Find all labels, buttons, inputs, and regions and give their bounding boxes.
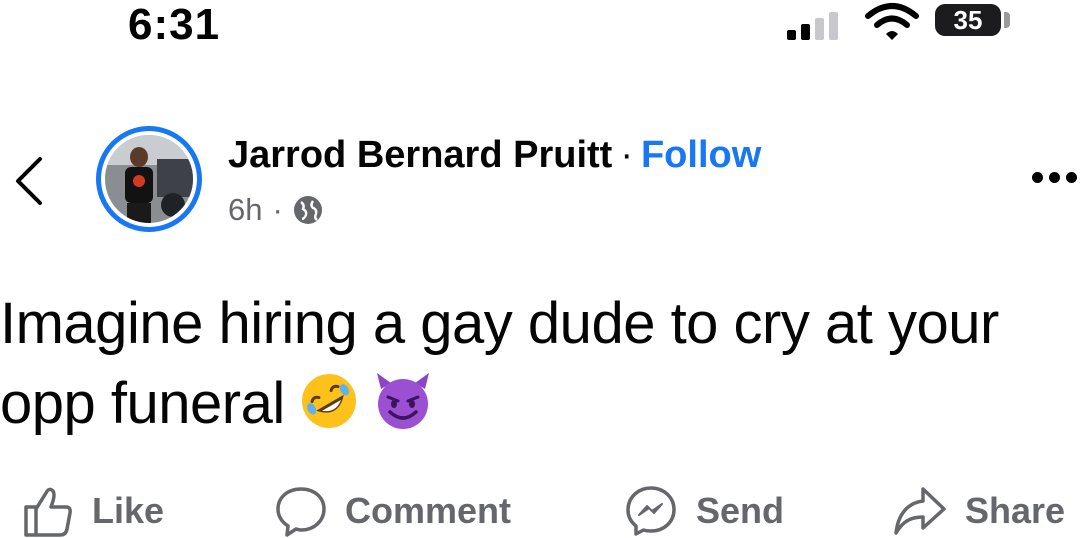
post-screen: 6:31 35 Jarrod Bernard Pruitt · Follow 6… — [0, 0, 1080, 538]
post-meta: 6h · — [228, 192, 323, 228]
avatar — [105, 135, 193, 223]
wifi-icon — [865, 3, 919, 40]
comment-button[interactable]: Comment — [275, 484, 511, 538]
more-dot-icon — [1066, 172, 1077, 183]
share-button[interactable]: Share — [893, 484, 1065, 538]
smiling-devil-emoji — [376, 373, 429, 429]
share-arrow-icon — [894, 487, 946, 535]
post-text-line: opp funeral — [0, 371, 285, 436]
send-button[interactable]: Send — [624, 484, 784, 538]
battery-icon: 35 — [935, 4, 1001, 36]
like-label: Like — [92, 490, 165, 531]
more-options-button[interactable] — [1032, 172, 1078, 188]
like-button[interactable]: Like — [22, 484, 164, 538]
comment-label: Comment — [345, 490, 512, 531]
globe-icon — [293, 196, 322, 224]
thumbs-up-icon — [24, 487, 72, 537]
messenger-icon — [626, 486, 676, 536]
post-text: Imagine hiring a gay dude to cry at your… — [0, 284, 1080, 444]
more-dot-icon — [1032, 172, 1043, 183]
status-time: 6:31 — [128, 0, 221, 49]
author-line: Jarrod Bernard Pruitt · Follow — [228, 134, 761, 177]
comment-bubble-icon — [276, 487, 326, 537]
share-label: Share — [965, 490, 1066, 531]
rolling-on-floor-laughing-emoji — [301, 374, 356, 428]
send-label: Send — [696, 490, 785, 531]
author-separator: · — [620, 134, 633, 176]
post-timestamp[interactable]: 6h — [228, 192, 262, 228]
battery-level: 35 — [953, 4, 983, 35]
back-button[interactable] — [12, 155, 46, 207]
battery-tip — [1004, 12, 1010, 28]
author-name[interactable]: Jarrod Bernard Pruitt — [228, 134, 612, 176]
more-dot-icon — [1049, 172, 1060, 183]
post-text-line: Imagine hiring a gay dude to cry at your — [0, 291, 999, 356]
chevron-left-icon — [16, 157, 42, 205]
post-action-bar: Like Comment Send Share — [0, 484, 1080, 538]
post-text-line-2: opp funeral — [0, 364, 1080, 444]
cellular-signal-icon — [787, 12, 838, 40]
avatar-story-ring[interactable] — [96, 126, 202, 232]
follow-button[interactable]: Follow — [641, 134, 761, 176]
meta-separator: · — [272, 192, 283, 227]
